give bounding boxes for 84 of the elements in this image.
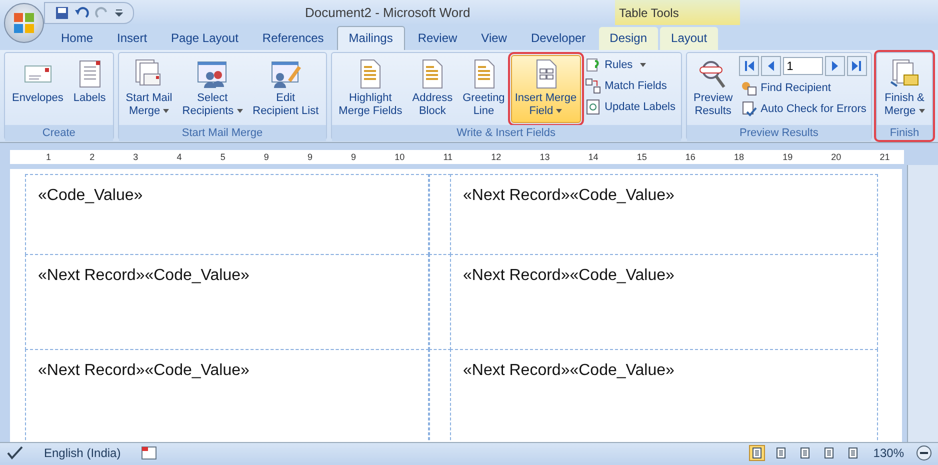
ribbon-button[interactable]: Highlight Merge Fields bbox=[334, 55, 406, 123]
office-logo-icon bbox=[12, 11, 36, 35]
window-title: Document2 - Microsoft Word bbox=[305, 5, 470, 20]
ribbon-tab[interactable]: Review bbox=[406, 27, 468, 50]
ribbon-tab[interactable]: Layout bbox=[660, 27, 718, 50]
group-label: Create bbox=[5, 125, 113, 141]
view-button[interactable] bbox=[749, 445, 766, 461]
caret-icon bbox=[918, 109, 925, 114]
zoom-out-icon[interactable] bbox=[916, 445, 932, 461]
first-record-icon[interactable] bbox=[738, 56, 759, 76]
ribbon-button[interactable]: Edit Recipient List bbox=[248, 55, 323, 123]
record-number-field[interactable]: 1 bbox=[782, 57, 823, 75]
ribbon-tab[interactable]: Insert bbox=[106, 27, 158, 50]
ruler-number: 5 bbox=[220, 152, 226, 162]
ribbon-small-button[interactable]: Rules bbox=[582, 56, 678, 74]
ruler-number: 9 bbox=[307, 152, 312, 162]
ribbon-small-button[interactable]: Find Recipient bbox=[738, 79, 868, 97]
ribbon-button[interactable]: Select Recipients bbox=[178, 55, 247, 123]
ruler-number: 11 bbox=[443, 152, 453, 162]
rules-icon bbox=[584, 57, 601, 73]
save-icon[interactable] bbox=[55, 6, 69, 20]
ribbon-tab[interactable]: Home bbox=[50, 27, 104, 50]
language-status[interactable]: English (India) bbox=[32, 446, 133, 460]
ribbon-button[interactable]: Preview Results bbox=[690, 55, 737, 123]
ruler-number: 21 bbox=[880, 152, 890, 162]
table-cell: «Next Record»«Code_Value» bbox=[450, 174, 878, 255]
ruler-number: 4 bbox=[176, 152, 182, 162]
ruler-number: 16 bbox=[685, 152, 696, 162]
ruler-number: 1 bbox=[46, 152, 52, 162]
proofing-icon[interactable] bbox=[6, 445, 24, 461]
next-record-icon[interactable] bbox=[824, 56, 845, 76]
previous-record-icon[interactable] bbox=[760, 56, 781, 76]
caret-icon bbox=[556, 109, 562, 114]
ruler-number: 10 bbox=[394, 152, 405, 162]
ruler-number: 9 bbox=[264, 152, 269, 162]
vertical-scrollbar[interactable] bbox=[907, 165, 938, 442]
table-cell: «Next Record»«Code_Value» bbox=[25, 254, 429, 350]
ruler-number: 2 bbox=[90, 152, 95, 162]
ruler-number: 19 bbox=[782, 152, 793, 162]
group-label: Write & Insert Fields bbox=[332, 125, 681, 141]
undo-icon[interactable] bbox=[75, 6, 89, 20]
table-cell: «Next Record»«Code_Value» bbox=[450, 254, 878, 350]
ribbon-tab[interactable]: Mailings bbox=[336, 26, 405, 50]
ribbon-button[interactable]: Greeting Line bbox=[458, 55, 509, 123]
zoom-level: 130% bbox=[872, 446, 905, 460]
group-label: Preview Results bbox=[686, 125, 872, 141]
ribbon-button[interactable]: Address Block bbox=[408, 55, 457, 123]
group-label: Start Mail Merge bbox=[118, 125, 326, 141]
ruler[interactable]: 1 2 3 4 5 9 9 9 10 11 12 13 14 15 16 18 19 20 21 bbox=[10, 150, 904, 164]
ruler-number: 13 bbox=[540, 152, 550, 162]
ruler-number: 18 bbox=[734, 152, 744, 162]
ribbon-small-button[interactable]: Update Labels bbox=[582, 98, 678, 116]
macro-icon[interactable] bbox=[140, 446, 157, 460]
table-cell: «Code_Value» bbox=[25, 174, 429, 255]
office-button[interactable] bbox=[4, 3, 44, 43]
ruler-number: 14 bbox=[588, 152, 598, 162]
last-record-icon[interactable] bbox=[846, 56, 867, 76]
refresh-icon bbox=[584, 99, 601, 115]
ribbon-tab[interactable]: View bbox=[470, 27, 518, 50]
ribbon-button[interactable]: Envelopes bbox=[8, 55, 68, 123]
customize-icon[interactable] bbox=[115, 8, 123, 16]
check-icon bbox=[740, 101, 757, 117]
ruler-number: 12 bbox=[491, 152, 502, 162]
ruler-number: 9 bbox=[351, 152, 356, 162]
contextual-tab-label: Table Tools bbox=[615, 0, 740, 25]
ribbon-tab[interactable]: Design bbox=[598, 27, 658, 50]
ribbon-button[interactable]: Start Mail Merge bbox=[122, 55, 176, 123]
ruler-number: 15 bbox=[636, 152, 647, 162]
ribbon-tab[interactable]: Developer bbox=[520, 27, 597, 50]
group-label: Finish bbox=[877, 125, 932, 141]
ribbon-small-button[interactable]: Match Fields bbox=[582, 77, 678, 95]
caret-icon bbox=[163, 109, 170, 114]
ribbon-tab[interactable]: References bbox=[251, 27, 335, 50]
ribbon-tab[interactable]: Page Layout bbox=[160, 27, 250, 50]
ruler-number: 3 bbox=[133, 152, 138, 162]
ruler-number: 20 bbox=[831, 152, 842, 162]
caret-icon bbox=[640, 63, 646, 67]
ribbon-small-button[interactable]: Auto Check for Errors bbox=[738, 100, 868, 118]
caret-icon bbox=[236, 109, 243, 114]
ribbon-button[interactable]: Insert Merge Field bbox=[510, 55, 581, 123]
match-fields-icon bbox=[584, 78, 601, 94]
ribbon-button[interactable]: Finish & Merge bbox=[880, 55, 929, 123]
ribbon-button[interactable]: Labels bbox=[69, 55, 110, 123]
find-recipient-icon bbox=[740, 80, 757, 96]
